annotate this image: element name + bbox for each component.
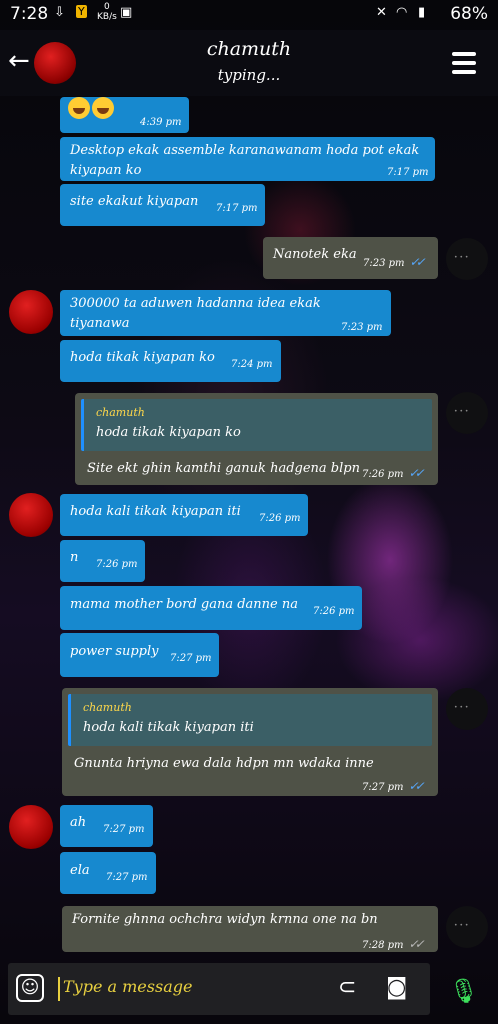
emoji-icon bbox=[68, 97, 116, 119]
delivered-receipt-icon: ✓✓ bbox=[408, 937, 425, 951]
message-bubble-13[interactable]: ela 7:27 pm bbox=[60, 852, 156, 894]
status-time: 7:28 bbox=[10, 4, 49, 24]
own-avatar: • • • bbox=[446, 688, 488, 730]
mute-icon: ✕ bbox=[376, 5, 387, 20]
message-time: 7:24 pm bbox=[231, 359, 273, 370]
message-bubble-2[interactable]: site ekakut kiyapan 7:17 pm bbox=[60, 184, 265, 226]
message-text: Site ekt ghin kamthi ganuk hadgena blpn bbox=[87, 461, 360, 476]
message-text: Gnunta hriyna ewa dala hdpn mn wdaka inn… bbox=[74, 756, 374, 771]
message-bubble-5[interactable]: hoda tikak kiyapan ko 7:24 pm bbox=[60, 340, 281, 382]
quote-text: hoda kali tikak kiyapan iti bbox=[83, 720, 254, 735]
message-time: 7:28 pm bbox=[362, 940, 404, 951]
message-bubble-8[interactable]: n 7:26 pm bbox=[60, 540, 145, 582]
message-text: Desktop ekak assemble karanawanam hoda p… bbox=[70, 143, 420, 178]
message-time: 4:39 pm bbox=[140, 117, 182, 128]
message-time: 7:17 pm bbox=[387, 167, 429, 178]
message-bubble-4[interactable]: 300000 ta aduwen hadanna idea ekak tiyan… bbox=[60, 290, 391, 336]
message-time: 7:23 pm bbox=[363, 258, 405, 269]
own-avatar: • • • bbox=[446, 906, 488, 948]
message-bubble-10[interactable]: power supply 7:27 pm bbox=[60, 633, 219, 677]
status-bar: 7:28 ⇩ Y 0 KB/s ▣ ✕ ◠ ▮ 68% bbox=[0, 0, 498, 30]
quote-author: chamuth bbox=[96, 406, 145, 419]
message-time: 7:26 pm bbox=[362, 469, 404, 480]
message-bubble-6[interactable]: chamuth hoda tikak kiyapan ko Site ekt g… bbox=[75, 393, 438, 485]
emoji-icon[interactable]: ☺ bbox=[16, 974, 44, 1002]
net-speed: 0 KB/s bbox=[97, 2, 117, 22]
message-time: 7:23 pm bbox=[341, 322, 383, 333]
attach-icon[interactable]: ⊂ bbox=[338, 975, 356, 1000]
mic-icon[interactable]: 🎙 bbox=[446, 973, 482, 1009]
download-icon: ⇩ bbox=[54, 5, 65, 20]
message-input[interactable]: Type a message bbox=[58, 977, 323, 1001]
signal-icon: ▮ bbox=[418, 5, 426, 20]
read-receipt-icon: ✓✓ bbox=[409, 255, 426, 269]
message-text: mama mother bord gana danne na bbox=[70, 597, 298, 612]
read-receipt-icon: ✓✓ bbox=[408, 466, 425, 480]
sender-avatar[interactable] bbox=[9, 805, 53, 849]
menu-icon[interactable] bbox=[452, 52, 476, 79]
sender-avatar[interactable] bbox=[9, 493, 53, 537]
message-bubble-12[interactable]: ah 7:27 pm bbox=[60, 805, 153, 847]
own-avatar: • • • bbox=[446, 392, 488, 434]
quoted-message[interactable]: chamuth hoda kali tikak kiyapan iti bbox=[68, 694, 432, 746]
sender-avatar[interactable] bbox=[9, 290, 53, 334]
read-receipt-icon: ✓✓ bbox=[408, 779, 425, 793]
message-time: 7:27 pm bbox=[170, 653, 212, 664]
message-time: 7:27 pm bbox=[362, 782, 404, 793]
quoted-message[interactable]: chamuth hoda tikak kiyapan ko bbox=[81, 399, 432, 451]
message-time: 7:17 pm bbox=[216, 203, 258, 214]
own-avatar: • • • bbox=[446, 238, 488, 280]
contact-name[interactable]: chamuth bbox=[0, 38, 498, 60]
chat-header: ← chamuth typing... bbox=[0, 30, 498, 96]
quote-text: hoda tikak kiyapan ko bbox=[96, 425, 241, 440]
message-bubble-11[interactable]: chamuth hoda kali tikak kiyapan iti Gnun… bbox=[62, 688, 438, 796]
message-time: 7:26 pm bbox=[96, 559, 138, 570]
message-text: 300000 ta aduwen hadanna idea ekak tiyan… bbox=[70, 296, 321, 331]
message-time: 7:26 pm bbox=[313, 606, 355, 617]
message-time: 7:27 pm bbox=[106, 872, 148, 883]
app-notification-icon: Y bbox=[76, 5, 87, 18]
message-bubble-3[interactable]: Nanotek eka 7:23 pm ✓✓ bbox=[263, 237, 438, 279]
wifi-icon: ◠ bbox=[396, 5, 408, 20]
camera-icon[interactable]: ◙ bbox=[386, 975, 407, 1000]
message-time: 7:27 pm bbox=[103, 824, 145, 835]
message-bubble-14[interactable]: Fornite ghnna ochchra widyn krnna one na… bbox=[62, 906, 438, 952]
message-bubble-0[interactable]: 4:39 pm bbox=[60, 97, 189, 133]
battery-level: 68% bbox=[450, 4, 488, 24]
contact-status: typing... bbox=[217, 66, 281, 84]
message-bubble-7[interactable]: hoda kali tikak kiyapan iti 7:26 pm bbox=[60, 494, 308, 536]
message-text: Fornite ghnna ochchra widyn krnna one na… bbox=[72, 912, 378, 927]
message-bubble-1[interactable]: Desktop ekak assemble karanawanam hoda p… bbox=[60, 137, 435, 181]
message-bubble-9[interactable]: mama mother bord gana danne na 7:26 pm bbox=[60, 586, 362, 630]
quote-author: chamuth bbox=[83, 701, 132, 714]
message-composer: ☺ Type a message ⊂ ◙ bbox=[8, 963, 430, 1015]
gallery-icon: ▣ bbox=[120, 5, 133, 20]
message-time: 7:26 pm bbox=[259, 513, 301, 524]
